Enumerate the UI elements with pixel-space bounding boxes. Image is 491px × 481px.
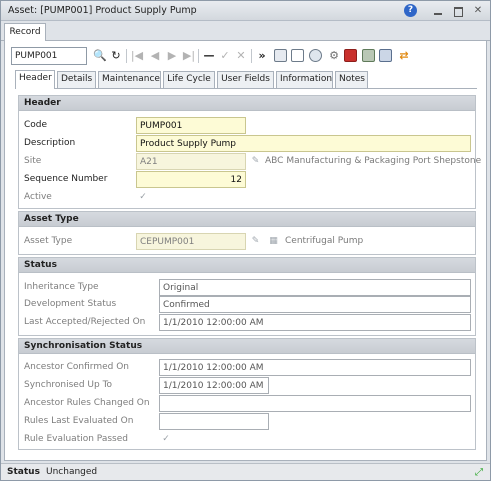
previous-record-icon[interactable]: ◀ bbox=[147, 48, 163, 64]
description-field[interactable]: Product Supply Pump bbox=[136, 135, 471, 152]
rule-passed-label: Rule Evaluation Passed bbox=[24, 434, 128, 444]
tab-maintenance[interactable]: Maintenance bbox=[98, 71, 161, 88]
rule-passed-checkbox: ✓ bbox=[162, 434, 170, 444]
code-label: Code bbox=[24, 120, 48, 130]
ancestor-confirmed-label: Ancestor Confirmed On bbox=[24, 362, 130, 372]
rules-evaluated-field bbox=[159, 413, 269, 430]
ancestor-confirmed-field: 1/1/2010 12:00:00 AM bbox=[159, 359, 471, 376]
active-checkbox: ✓ bbox=[139, 192, 147, 202]
sync-icon[interactable]: ⇄ bbox=[396, 48, 412, 64]
status-section: Status Inheritance Type Original Develop… bbox=[18, 257, 476, 336]
first-record-icon[interactable]: |◀ bbox=[129, 48, 145, 64]
development-status-field: Confirmed bbox=[159, 296, 471, 313]
tab-details[interactable]: Details bbox=[57, 71, 96, 88]
status-section-title: Status bbox=[19, 258, 475, 273]
lookup-icon: ✎ bbox=[251, 236, 260, 246]
asset-type-section-title: Asset Type bbox=[19, 212, 475, 227]
export-icon[interactable] bbox=[379, 49, 392, 62]
last-accepted-field: 1/1/2010 12:00:00 AM bbox=[159, 314, 471, 331]
reject-icon[interactable]: ✕ bbox=[233, 48, 249, 64]
close-button[interactable] bbox=[471, 4, 485, 18]
search-icon[interactable]: 🔍 bbox=[92, 48, 108, 64]
status-value: Unchanged bbox=[46, 467, 98, 477]
tab-record[interactable]: Record bbox=[4, 23, 46, 42]
sequence-field[interactable]: 12 bbox=[136, 171, 246, 188]
globe-icon[interactable] bbox=[309, 49, 322, 62]
asset-type-label: Asset Type bbox=[24, 236, 73, 246]
inheritance-label: Inheritance Type bbox=[24, 282, 99, 292]
import-icon[interactable] bbox=[362, 49, 375, 62]
status-bar: Status Unchanged ⤢ bbox=[1, 463, 490, 480]
sync-section: Synchronisation Status Ancestor Confirme… bbox=[18, 338, 476, 450]
rules-evaluated-label: Rules Last Evaluated On bbox=[24, 416, 134, 426]
toolbar-separator bbox=[251, 49, 252, 63]
tab-notes[interactable]: Notes bbox=[335, 71, 368, 88]
description-label: Description bbox=[24, 138, 76, 148]
maximize-button[interactable] bbox=[451, 4, 465, 18]
sequence-label: Sequence Number bbox=[24, 174, 108, 184]
rules-changed-label: Ancestor Rules Changed On bbox=[24, 398, 150, 408]
tab-header[interactable]: Header bbox=[15, 70, 55, 89]
synchronised-up-to-label: Synchronised Up To bbox=[24, 380, 113, 390]
record-code-input[interactable]: PUMP001 bbox=[11, 47, 87, 65]
site-label: Site bbox=[24, 156, 42, 166]
tab-life-cycle[interactable]: Life Cycle bbox=[163, 71, 215, 88]
record-tab-bar: Record bbox=[1, 22, 490, 42]
code-field[interactable]: PUMP001 bbox=[136, 117, 246, 134]
minimize-button[interactable] bbox=[431, 4, 445, 18]
delete-icon[interactable]: — bbox=[201, 48, 217, 64]
site-field: A21 bbox=[136, 153, 246, 170]
books-icon[interactable] bbox=[344, 49, 357, 62]
rules-changed-field bbox=[159, 395, 471, 412]
refresh-icon[interactable]: ↻ bbox=[108, 48, 124, 64]
accept-icon[interactable]: ✓ bbox=[217, 48, 233, 64]
header-section: Header Code PUMP001 Description Product … bbox=[18, 95, 481, 209]
resize-grip-icon[interactable]: ⤢ bbox=[475, 467, 486, 478]
asset-type-name: Centrifugal Pump bbox=[285, 236, 364, 246]
more-actions-icon[interactable]: » bbox=[254, 48, 270, 64]
active-label: Active bbox=[24, 192, 52, 202]
status-label: Status bbox=[7, 467, 40, 477]
last-record-icon[interactable]: ▶| bbox=[181, 48, 197, 64]
title-bar: Asset: [PUMP001] Product Supply Pump ? bbox=[1, 1, 490, 21]
toolbar-separator bbox=[198, 49, 199, 63]
toolbar-separator bbox=[126, 49, 127, 63]
window-icon[interactable] bbox=[291, 49, 304, 62]
help-button[interactable]: ? bbox=[404, 4, 417, 17]
sync-section-title: Synchronisation Status bbox=[19, 339, 475, 354]
site-name: ABC Manufacturing & Packaging Port Sheps… bbox=[265, 156, 482, 166]
lookup-icon: ✎ bbox=[251, 156, 260, 166]
asset-type-field: CEPUMP001 bbox=[136, 233, 246, 250]
tab-information[interactable]: Information bbox=[276, 71, 333, 88]
header-section-title: Header bbox=[19, 96, 475, 111]
development-status-label: Development Status bbox=[24, 299, 117, 309]
last-accepted-label: Last Accepted/Rejected On bbox=[24, 317, 146, 327]
report-icon[interactable] bbox=[274, 49, 287, 62]
tab-user-fields[interactable]: User Fields bbox=[217, 71, 274, 88]
tab-divider bbox=[15, 88, 477, 89]
asset-window: Asset: [PUMP001] Product Supply Pump ? R… bbox=[0, 0, 491, 481]
synchronised-up-to-field: 1/1/2010 12:00:00 AM bbox=[159, 377, 269, 394]
window-title: Asset: [PUMP001] Product Supply Pump bbox=[8, 5, 197, 16]
next-record-icon[interactable]: ▶ bbox=[164, 48, 180, 64]
hierarchy-icon: ▦ bbox=[269, 236, 278, 246]
inheritance-field: Original bbox=[159, 279, 471, 296]
settings-gear-icon[interactable]: ⚙ bbox=[326, 48, 342, 64]
asset-type-section: Asset Type Asset Type CEPUMP001 ✎ ▦ Cent… bbox=[18, 211, 476, 255]
